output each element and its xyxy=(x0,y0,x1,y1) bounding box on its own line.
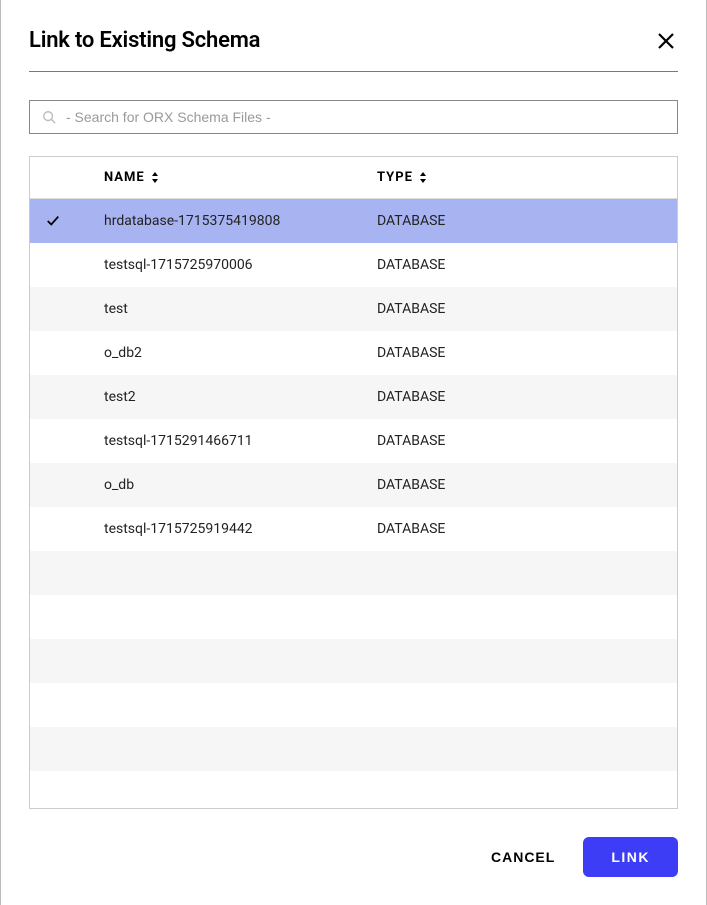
search-icon xyxy=(42,110,56,124)
row-name: test xyxy=(76,301,377,317)
row-type: DATABASE xyxy=(377,477,677,493)
row-name: o_db xyxy=(76,477,377,493)
column-header-name-label: NAME xyxy=(104,170,145,185)
row-type: DATABASE xyxy=(377,345,677,361)
table-row-empty xyxy=(30,595,677,639)
row-name: testsql-1715291466711 xyxy=(76,433,377,449)
table-row-empty xyxy=(30,551,677,595)
table-row[interactable]: testsql-1715291466711DATABASE xyxy=(30,419,677,463)
table-row-empty xyxy=(30,727,677,771)
table-row[interactable]: test2DATABASE xyxy=(30,375,677,419)
row-name: hrdatabase-1715375419808 xyxy=(76,213,377,229)
schema-table: NAME TYPE xyxy=(29,156,678,809)
search-input[interactable] xyxy=(66,109,665,125)
row-name: o_db2 xyxy=(76,345,377,361)
sort-icon xyxy=(151,172,159,183)
column-header-type[interactable]: TYPE xyxy=(377,170,677,185)
table-row[interactable]: hrdatabase-1715375419808DATABASE xyxy=(30,199,677,243)
row-type: DATABASE xyxy=(377,389,677,405)
row-type: DATABASE xyxy=(377,213,677,229)
table-row-empty xyxy=(30,683,677,727)
table-row[interactable]: testDATABASE xyxy=(30,287,677,331)
sort-icon xyxy=(419,172,427,183)
table-row[interactable]: o_db2DATABASE xyxy=(30,331,677,375)
table-row[interactable]: testsql-1715725970006DATABASE xyxy=(30,243,677,287)
table-header: NAME TYPE xyxy=(30,157,677,199)
row-check xyxy=(30,214,76,228)
row-name: testsql-1715725919442 xyxy=(76,521,377,537)
row-name: testsql-1715725970006 xyxy=(76,257,377,273)
dialog-footer: CANCEL LINK xyxy=(29,809,678,877)
row-type: DATABASE xyxy=(377,521,677,537)
row-type: DATABASE xyxy=(377,433,677,449)
table-row[interactable]: o_dbDATABASE xyxy=(30,463,677,507)
table-row[interactable]: testsql-1715725919442DATABASE xyxy=(30,507,677,551)
divider xyxy=(29,71,678,72)
check-icon xyxy=(46,214,60,228)
link-button[interactable]: LINK xyxy=(583,837,678,877)
search-container[interactable] xyxy=(29,100,678,134)
table-row-empty xyxy=(30,639,677,683)
table-body: hrdatabase-1715375419808DATABASEtestsql-… xyxy=(30,199,677,808)
row-type: DATABASE xyxy=(377,257,677,273)
row-name: test2 xyxy=(76,389,377,405)
column-header-name[interactable]: NAME xyxy=(104,170,377,185)
dialog-title: Link to Existing Schema xyxy=(29,28,260,53)
close-button[interactable] xyxy=(654,29,678,53)
row-type: DATABASE xyxy=(377,301,677,317)
close-icon xyxy=(656,31,676,51)
column-header-type-label: TYPE xyxy=(377,170,413,185)
cancel-button[interactable]: CANCEL xyxy=(491,849,555,865)
